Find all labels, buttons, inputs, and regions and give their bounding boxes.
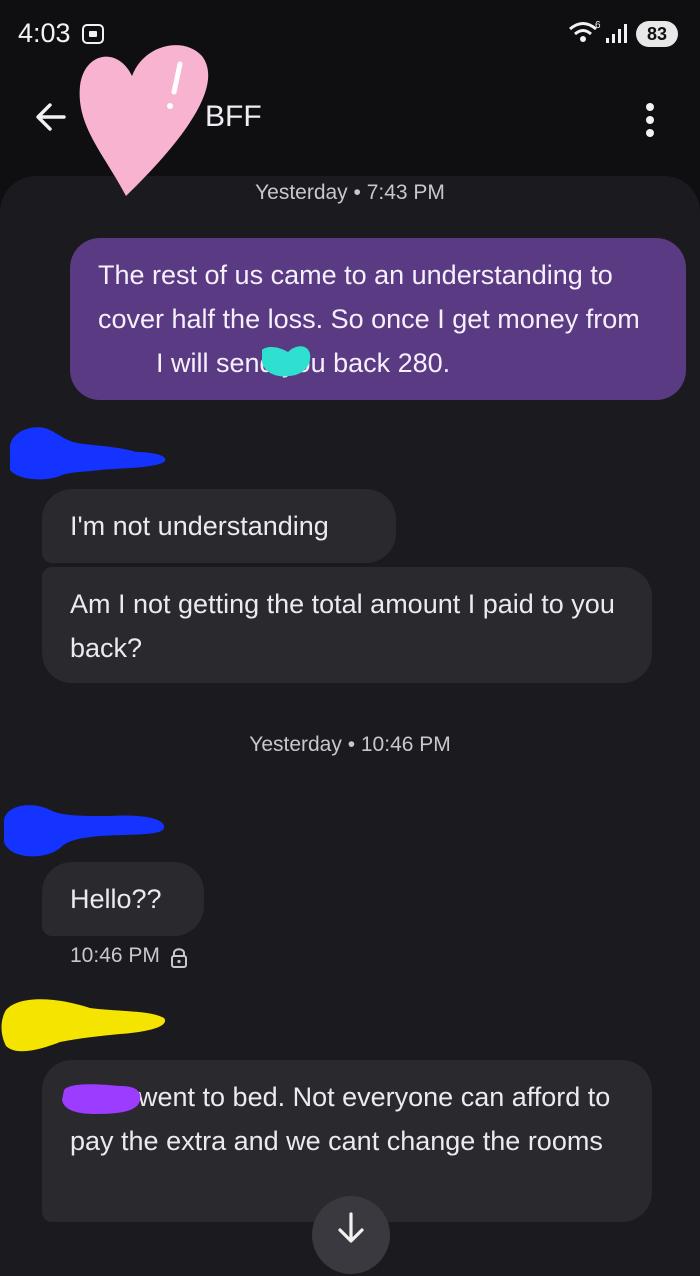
message-text: The rest of us came to an understanding … <box>98 260 640 334</box>
incoming-message[interactable]: Hello?? <box>42 862 204 936</box>
wifi-badge: 6 <box>595 20 601 31</box>
signal-icon <box>606 24 627 43</box>
battery-indicator: 83 <box>636 21 678 47</box>
more-options-icon[interactable] <box>636 100 664 140</box>
message-text: Hello?? <box>70 884 162 914</box>
message-timestamp: 10:46 PM <box>70 944 160 967</box>
timestamp-divider: Yesterday • 10:46 PM <box>249 733 451 756</box>
back-arrow-icon[interactable] <box>34 100 68 134</box>
blue-redaction-scribble <box>9 427 166 480</box>
message-text: Am I not getting the total amount I paid… <box>70 589 615 663</box>
yellow-redaction-scribble <box>1 999 166 1052</box>
purple-redaction-scribble <box>62 1084 141 1114</box>
scroll-to-bottom-button[interactable] <box>312 1196 390 1274</box>
timestamp-divider: Yesterday • 7:43 PM <box>255 181 445 204</box>
outgoing-message[interactable]: The rest of us came to an understanding … <box>70 238 686 400</box>
message-text: I'm not understanding <box>70 511 329 541</box>
blue-redaction-scribble <box>3 805 165 857</box>
lock-icon <box>171 948 187 968</box>
heart-sticker <box>79 45 209 196</box>
clock-time: 4:03 <box>18 18 71 48</box>
incoming-message[interactable]: I'm not understanding <box>42 489 396 563</box>
wifi-icon: 6 <box>569 20 601 42</box>
teal-redaction-scribble <box>262 346 311 377</box>
message-text-tail: went to bed. Not everyone can <box>138 1082 505 1112</box>
arrow-down-icon <box>338 1212 364 1243</box>
incoming-message[interactable]: Am I not getting the total amount I paid… <box>42 567 652 683</box>
